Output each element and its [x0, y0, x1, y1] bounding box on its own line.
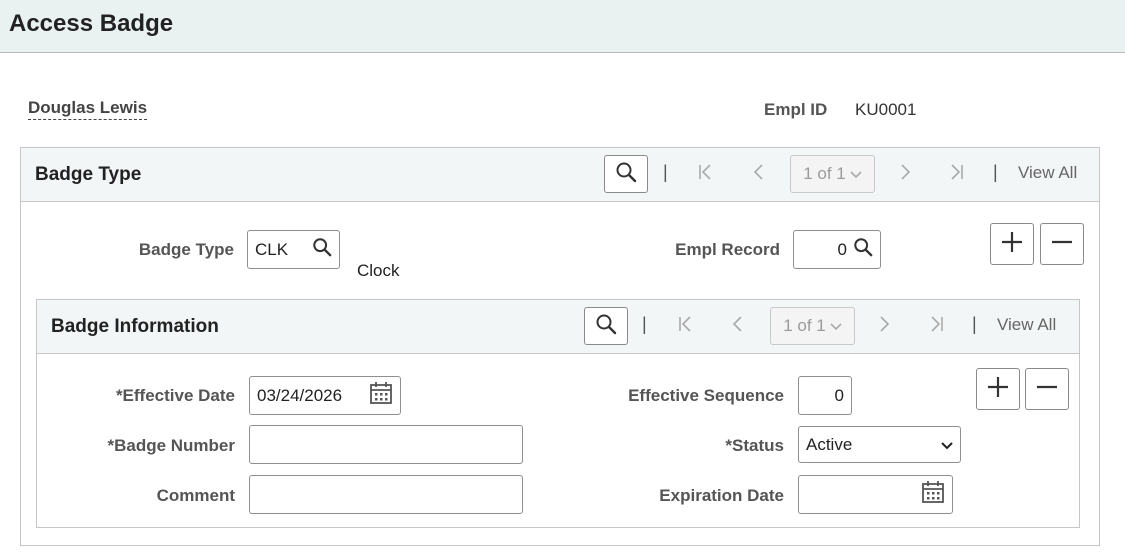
minus-icon [1036, 376, 1058, 403]
badge-type-label: Badge Type [138, 240, 234, 259]
effective-date-label: *Effective Date [115, 386, 235, 405]
badge-type-header: Badge Type | 1 of 1 | View All [21, 148, 1099, 202]
employee-name-link[interactable]: Douglas Lewis [28, 98, 148, 120]
delete-row-button[interactable] [1040, 223, 1084, 265]
chevron-down-icon [941, 435, 953, 455]
separator: | [663, 162, 668, 182]
separator: | [642, 314, 647, 334]
empl-record-value: 0 [837, 239, 847, 259]
last-page-icon [947, 163, 965, 181]
badge-information-header: Badge Information | 1 of 1 | View All [37, 300, 1079, 354]
comment-label: Comment [156, 486, 235, 505]
plus-icon [1001, 231, 1023, 258]
add-row-button[interactable] [976, 368, 1020, 410]
delete-row-button[interactable] [1025, 368, 1069, 410]
find-button[interactable] [604, 155, 648, 193]
effective-date-input[interactable]: 03/24/2026 [249, 376, 401, 415]
effective-sequence-value: 0 [834, 385, 844, 405]
badge-information-title: Badge Information [51, 316, 219, 337]
first-page-icon [677, 315, 695, 333]
calendar-icon[interactable] [921, 480, 945, 509]
emplid-value: KU0001 [855, 100, 917, 119]
status-select[interactable]: Active [798, 426, 961, 463]
badge-number-label: *Badge Number [107, 436, 235, 455]
badge-information-section: Badge Information | 1 of 1 | View All *E… [36, 299, 1080, 528]
chevron-down-icon [830, 316, 842, 336]
row-pager-select[interactable]: 1 of 1 [790, 155, 875, 193]
next-icon [875, 315, 893, 333]
minus-icon [1051, 231, 1073, 258]
empl-record-label: Empl Record [675, 240, 780, 259]
calendar-icon[interactable] [369, 381, 393, 410]
search-icon [615, 161, 637, 188]
plus-icon [987, 376, 1009, 403]
effective-sequence-input[interactable]: 0 [798, 376, 852, 415]
badge-type-value: CLK [255, 239, 289, 259]
search-icon[interactable] [853, 237, 873, 262]
emplid-label: Empl ID [764, 100, 828, 119]
find-button[interactable] [584, 307, 628, 345]
comment-input[interactable] [249, 475, 523, 514]
previous-icon [729, 315, 747, 333]
next-icon [896, 163, 914, 181]
first-page-icon [697, 163, 715, 181]
badge-type-input[interactable]: CLK [247, 230, 340, 269]
pager-text: 1 of 1 [783, 316, 826, 335]
badge-type-section: Badge Type | 1 of 1 | View All Badge Typ… [20, 147, 1100, 546]
page-title: Access Badge [9, 10, 174, 37]
add-row-button[interactable] [990, 223, 1034, 265]
previous-icon [750, 163, 768, 181]
view-all-link[interactable]: View All [1018, 163, 1077, 183]
expiration-date-label: Expiration Date [659, 486, 784, 505]
last-page-icon [927, 315, 945, 333]
separator: | [972, 314, 977, 334]
status-label: *Status [725, 436, 784, 455]
status-value: Active [806, 434, 853, 454]
badge-number-input[interactable] [249, 425, 523, 464]
expiration-date-input[interactable] [798, 475, 953, 514]
page-header: Access Badge [0, 0, 1125, 53]
badge-type-title: Badge Type [35, 164, 142, 185]
separator: | [993, 162, 998, 182]
chevron-down-icon [850, 164, 862, 184]
badge-type-description: Clock [357, 261, 400, 280]
row-pager-select[interactable]: 1 of 1 [770, 307, 855, 345]
effective-date-value: 03/24/2026 [257, 385, 343, 405]
search-icon [595, 313, 617, 340]
search-icon[interactable] [312, 237, 332, 262]
effective-sequence-label: Effective Sequence [628, 386, 784, 405]
view-all-link[interactable]: View All [997, 315, 1056, 335]
pager-text: 1 of 1 [803, 164, 846, 183]
empl-record-input[interactable]: 0 [793, 230, 881, 269]
